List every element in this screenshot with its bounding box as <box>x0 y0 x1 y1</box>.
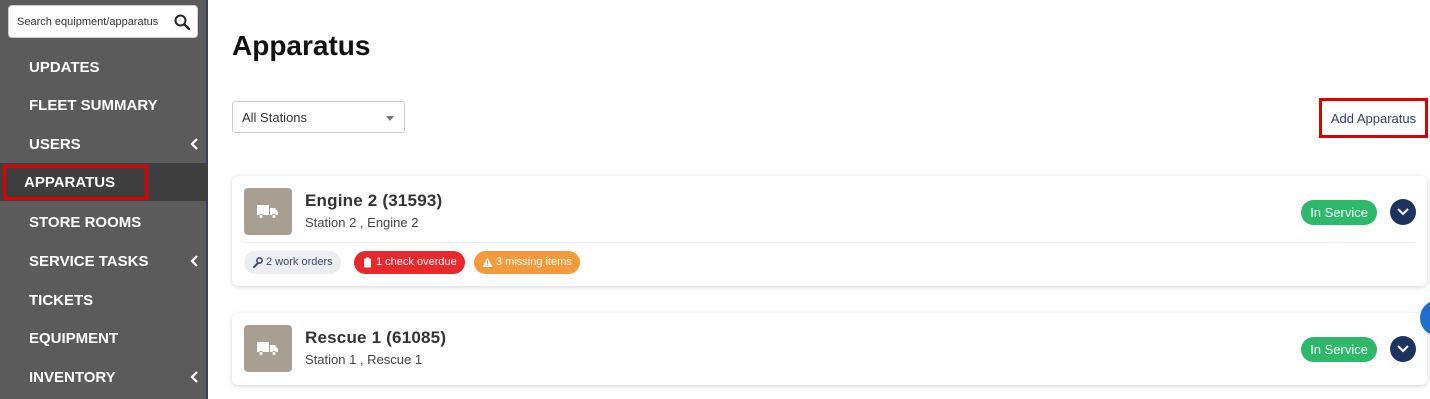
sidebar-item-tickets[interactable]: TICKETS <box>0 281 208 319</box>
sidebar-item-service-tasks[interactable]: SERVICE TASKS <box>0 242 208 280</box>
search-input[interactable] <box>17 6 172 37</box>
station-filter-select[interactable]: All Stations <box>232 101 405 133</box>
sidebar-item-fleet-summary[interactable]: FLEET SUMMARY <box>0 86 208 124</box>
sidebar-item-label: INVENTORY <box>29 369 116 386</box>
page-title: Apparatus <box>232 30 371 61</box>
check-overdue-badge[interactable]: 1 check overdue <box>354 251 465 274</box>
clipboard-icon <box>364 257 371 268</box>
work-orders-badge[interactable]: 2 work orders <box>244 251 341 274</box>
search-icon[interactable] <box>173 13 191 31</box>
sidebar-item-equipment[interactable]: EQUIPMENT <box>0 319 208 357</box>
wrench-icon <box>253 257 263 268</box>
apparatus-thumbnail <box>244 325 292 372</box>
sidebar-item-label: USERS <box>29 136 81 153</box>
status-badge: In Service <box>1301 337 1377 362</box>
apparatus-card[interactable]: Engine 2 (31593) Station 2 , Engine 2 In… <box>232 176 1427 286</box>
sidebar-item-apparatus[interactable]: APPARATUS <box>0 163 208 201</box>
sidebar-item-store-rooms[interactable]: STORE ROOMS <box>0 203 208 241</box>
chevron-down-icon <box>1397 208 1409 216</box>
caret-down-icon <box>386 116 394 121</box>
truck-icon <box>257 342 278 356</box>
sidebar-item-updates[interactable]: UPDATES <box>0 48 208 86</box>
sidebar-item-label: EQUIPMENT <box>29 330 119 347</box>
apparatus-subtitle: Station 2 , Engine 2 <box>305 215 419 230</box>
sidebar-item-users[interactable]: USERS <box>0 125 208 163</box>
sidebar-item-label: APPARATUS <box>24 174 116 191</box>
sidebar: UPDATES FLEET SUMMARY USERS APPARATUS ST… <box>0 0 208 399</box>
sidebar-item-label: TICKETS <box>29 292 94 309</box>
apparatus-name[interactable]: Engine 2 (31593) <box>305 191 442 211</box>
chevron-down-icon <box>1397 345 1409 353</box>
search-box[interactable] <box>8 5 198 38</box>
work-orders-text: 2 work orders <box>266 256 333 268</box>
warning-icon <box>482 257 493 267</box>
truck-icon <box>257 205 278 219</box>
divider <box>244 242 1415 243</box>
sidebar-item-label: SERVICE TASKS <box>29 253 149 270</box>
apparatus-thumbnail <box>244 188 292 235</box>
apparatus-subtitle: Station 1 , Rescue 1 <box>305 352 423 367</box>
missing-items-badge[interactable]: 3 missing items <box>474 251 580 274</box>
apparatus-card[interactable]: Rescue 1 (61085) Station 1 , Rescue 1 In… <box>232 313 1427 385</box>
sidebar-item-label: FLEET SUMMARY <box>29 97 158 114</box>
chevron-left-icon <box>190 371 198 383</box>
chevron-left-icon <box>190 255 198 267</box>
add-apparatus-button[interactable]: Add Apparatus <box>1319 98 1428 138</box>
sidebar-item-inventory[interactable]: INVENTORY <box>0 358 208 396</box>
chevron-left-icon <box>190 138 198 150</box>
expand-button[interactable] <box>1390 199 1416 225</box>
apparatus-name[interactable]: Rescue 1 (61085) <box>305 328 446 348</box>
station-filter-value: All Stations <box>242 110 308 125</box>
sidebar-item-label: STORE ROOMS <box>29 214 142 231</box>
status-badge: In Service <box>1301 200 1377 225</box>
check-overdue-text: 1 check overdue <box>376 256 457 268</box>
missing-items-text: 3 missing items <box>496 256 572 268</box>
sidebar-item-label: UPDATES <box>29 59 100 76</box>
expand-button[interactable] <box>1390 336 1416 362</box>
